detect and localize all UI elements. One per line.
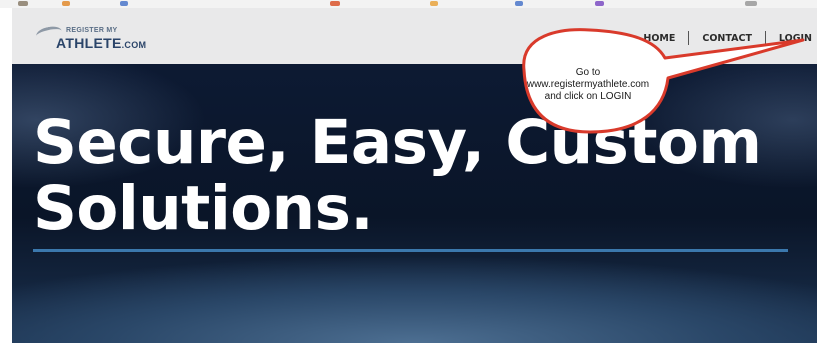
nav-divider	[688, 31, 690, 45]
hero-banner: Secure, Easy, Custom Solutions.	[12, 64, 817, 343]
bookmark-favicon[interactable]	[515, 1, 523, 6]
bookmark-favicon[interactable]	[595, 1, 604, 6]
logo-suffix-text: .COM	[121, 40, 147, 50]
hero-headline-line2: Solutions.	[33, 173, 374, 244]
browser-bookmarks-bar	[0, 0, 817, 8]
callout-line1: Go to	[575, 67, 601, 78]
main-nav: HOME CONTACT LOGIN	[643, 31, 812, 45]
bookmark-favicon[interactable]	[62, 1, 70, 6]
bookmark-favicon[interactable]	[120, 1, 128, 6]
logo-athlete-text: ATHLETE	[56, 35, 122, 51]
site-header: REGISTER MY ATHLETE.COM HOME CONTACT LOG…	[12, 8, 817, 64]
hero-headline: Secure, Easy, Custom Solutions.	[33, 107, 762, 244]
callout-text: Go to www.registermyathlete.com and clic…	[518, 67, 658, 103]
nav-contact-link[interactable]: CONTACT	[702, 33, 752, 44]
hero-accent-rule	[33, 249, 788, 252]
nav-home-link[interactable]: HOME	[643, 33, 675, 44]
logo-main-text: ATHLETE.COM	[56, 35, 146, 51]
site-logo[interactable]: REGISTER MY ATHLETE.COM	[34, 22, 146, 54]
callout-line2: www.registermyathlete.com	[526, 79, 650, 90]
bookmark-favicon[interactable]	[430, 1, 438, 6]
nav-login-link[interactable]: LOGIN	[779, 33, 812, 44]
callout-line3: and click on LOGIN	[544, 91, 632, 102]
bookmark-favicon[interactable]	[745, 1, 757, 6]
logo-top-text: REGISTER MY	[66, 27, 118, 34]
bookmark-favicon[interactable]	[18, 1, 28, 6]
nav-divider	[764, 31, 766, 45]
hero-headline-line1: Secure, Easy, Custom	[33, 107, 762, 178]
bookmark-favicon[interactable]	[330, 1, 340, 6]
